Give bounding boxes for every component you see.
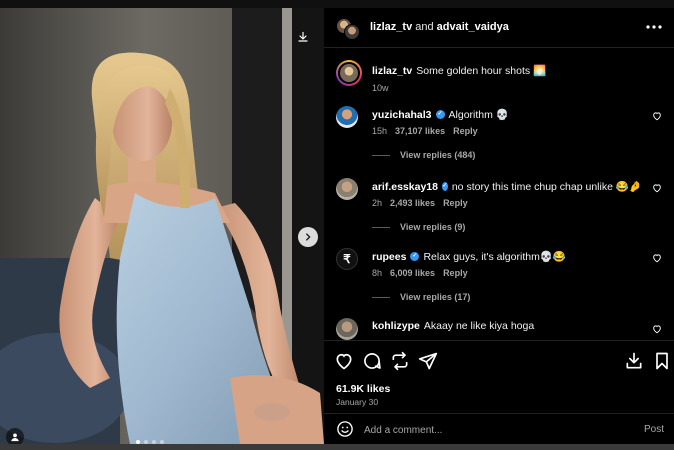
comment-age: 15h: [372, 126, 388, 136]
view-replies-button[interactable]: View replies (9): [372, 222, 465, 232]
top-strip: [0, 0, 674, 8]
comments-list[interactable]: lizlaz_tv Some golden hour shots 🌅 10w y…: [324, 48, 674, 340]
post-actions: 61.9K likes January 30 Post: [324, 340, 674, 444]
author-connector: and: [415, 21, 434, 33]
heart-icon[interactable]: [652, 324, 662, 334]
post-authors: lizlaz_tv and advait_vaidya: [370, 21, 509, 33]
bookmark-icon[interactable]: [652, 351, 672, 371]
comment-text: Algorithm 💀: [448, 109, 509, 121]
post-comment-button[interactable]: Post: [644, 424, 664, 435]
caption-age: 10w: [372, 83, 389, 93]
emoji-icon[interactable]: [336, 420, 354, 438]
comment-age: 2h: [372, 198, 383, 208]
avatar[interactable]: ₹: [336, 248, 358, 270]
heart-icon[interactable]: [334, 351, 354, 371]
view-replies-label[interactable]: View replies (9): [400, 222, 465, 232]
caption-text: Some golden hour shots 🌅: [416, 65, 547, 77]
post-media: [0, 8, 324, 444]
add-comment-bar: Post: [324, 413, 674, 445]
post-detail-panel: lizlaz_tv and advait_vaidya lizlaz_tv So…: [324, 8, 674, 444]
replies-divider: [372, 226, 390, 228]
caption-username[interactable]: lizlaz_tv: [372, 65, 412, 77]
heart-icon[interactable]: [652, 253, 662, 263]
reply-button[interactable]: Reply: [453, 126, 478, 136]
view-replies-label[interactable]: View replies (484): [400, 150, 475, 160]
download-icon[interactable]: [624, 351, 644, 371]
comment-likes[interactable]: 37,107 likes: [395, 126, 445, 136]
avatar[interactable]: [336, 318, 358, 340]
comment-username[interactable]: arif.esskay18: [372, 181, 438, 193]
likes-count[interactable]: 61.9K likes: [336, 383, 390, 395]
replies-divider: [372, 154, 390, 156]
comment-icon[interactable]: [362, 351, 382, 371]
comment-username[interactable]: yuzichahal3: [372, 109, 432, 121]
view-replies-button[interactable]: View replies (17): [372, 292, 470, 302]
comment-text: no story this time chup chap unlike 😂🤌: [451, 181, 642, 193]
reply-button[interactable]: Reply: [443, 268, 468, 278]
avatar[interactable]: [336, 60, 362, 86]
download-button[interactable]: [292, 26, 314, 48]
comment-text: Relax guys, it's algorithm💀😂: [423, 251, 566, 263]
comment-age: 8h: [372, 268, 383, 278]
author-username[interactable]: advait_vaidya: [437, 21, 509, 33]
comment-username[interactable]: rupees: [372, 251, 406, 263]
comment-username[interactable]: kohlizype: [372, 320, 420, 332]
tagged-users-button[interactable]: [6, 428, 24, 444]
comment-likes[interactable]: 2,493 likes: [390, 198, 435, 208]
avatar: [344, 24, 360, 40]
more-icon: [646, 25, 662, 29]
next-slide-button[interactable]: [298, 227, 318, 247]
comment-likes[interactable]: 6,009 likes: [390, 268, 435, 278]
more-options-button[interactable]: [644, 18, 664, 36]
user-tag-icon: [11, 433, 19, 442]
send-icon[interactable]: [418, 351, 438, 371]
avatar[interactable]: [336, 178, 358, 200]
verified-badge-icon: ✓: [410, 252, 420, 261]
avatar[interactable]: [336, 106, 358, 128]
repost-icon[interactable]: [390, 351, 410, 371]
heart-icon[interactable]: [652, 111, 662, 121]
reply-button[interactable]: Reply: [443, 198, 468, 208]
heart-icon[interactable]: [652, 183, 662, 193]
view-replies-button[interactable]: View replies (484): [372, 150, 475, 160]
verified-badge-icon: ✓: [441, 182, 448, 191]
post-photo: [0, 8, 324, 444]
download-icon: [298, 31, 308, 42]
view-replies-label[interactable]: View replies (17): [400, 292, 470, 302]
author-username[interactable]: lizlaz_tv: [370, 21, 412, 33]
verified-badge-icon: ✓: [435, 110, 445, 119]
replies-divider: [372, 296, 390, 298]
post-date: January 30: [336, 397, 379, 407]
comment-text: Akaay ne like kiya hoga: [423, 320, 535, 332]
comment-input[interactable]: [364, 421, 614, 439]
chevron-right-icon: [306, 233, 311, 241]
bottom-strip: [0, 444, 674, 450]
collab-avatars[interactable]: [336, 18, 360, 42]
post-header: lizlaz_tv and advait_vaidya: [324, 8, 674, 48]
